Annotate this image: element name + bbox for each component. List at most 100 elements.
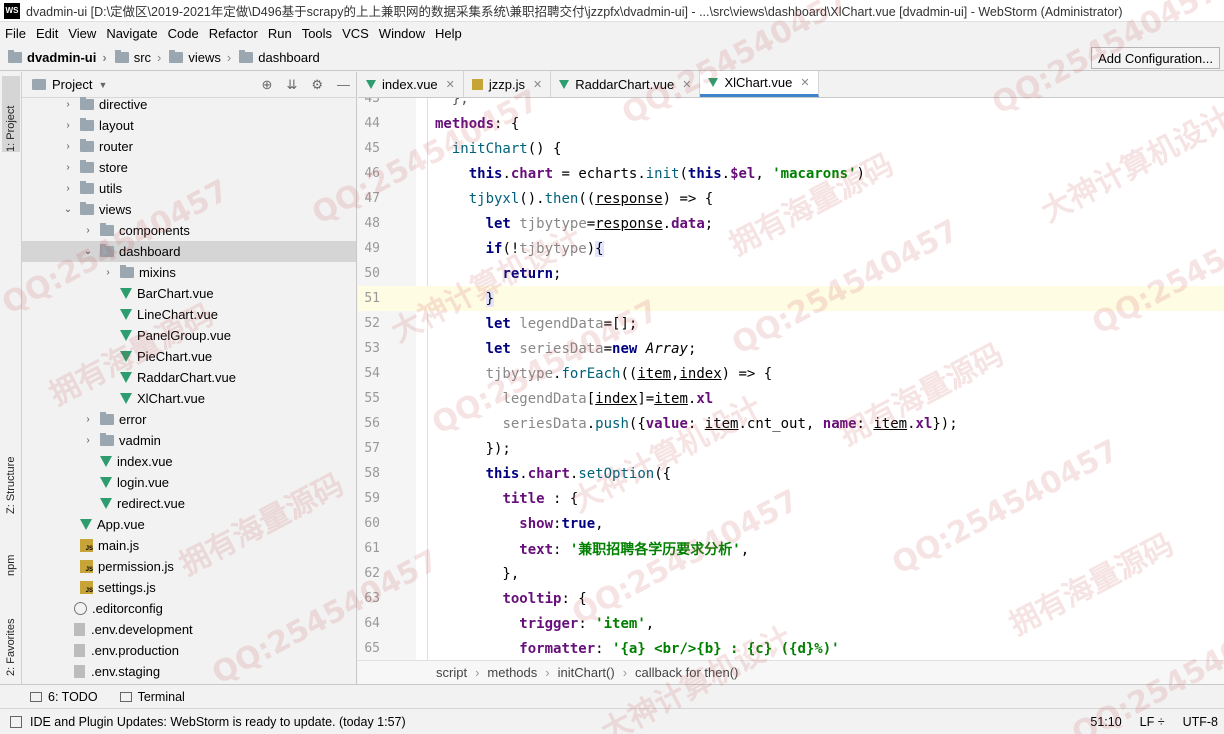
code-line[interactable]: 60 show:true, (358, 511, 1224, 536)
tool-tab-project[interactable]: 1: Project (2, 76, 20, 152)
tree-item[interactable]: ⌄ dashboard (22, 241, 356, 262)
tree-item[interactable]: › vadmin (22, 430, 356, 451)
chevron-right-icon[interactable]: › (62, 99, 74, 110)
code-line[interactable]: 43 }, (358, 98, 1224, 111)
chevron-down-icon[interactable]: ⌄ (62, 204, 74, 215)
tree-item[interactable]: .env.production (22, 640, 356, 661)
code-line[interactable]: 45 initChart() { (358, 136, 1224, 161)
chevron-right-icon[interactable]: › (82, 435, 94, 446)
nav-crumb-src[interactable]: src › (114, 50, 161, 65)
code-line[interactable]: 64 trigger: 'item', (358, 611, 1224, 636)
tree-item[interactable]: PanelGroup.vue (22, 325, 356, 346)
menu-code[interactable]: Code (163, 26, 204, 41)
project-panel-title[interactable]: Project (52, 77, 92, 92)
tree-item[interactable]: JS permission.js (22, 556, 356, 577)
tree-item[interactable]: › mixins (22, 262, 356, 283)
code-line[interactable]: 52 let legendData=[]; (358, 311, 1224, 336)
chevron-right-icon[interactable]: › (62, 141, 74, 152)
code-line[interactable]: 44 methods: { (358, 111, 1224, 136)
chevron-right-icon[interactable]: › (82, 414, 94, 425)
tool-tab-npm[interactable]: npm (2, 532, 20, 576)
tree-item[interactable]: › store (22, 157, 356, 178)
breadcrumb-callback[interactable]: callback for then() (635, 665, 738, 680)
close-icon[interactable]: ✕ (800, 76, 809, 89)
tab-index-vue[interactable]: index.vue ✕ (358, 71, 464, 97)
status-message[interactable]: IDE and Plugin Updates: WebStorm is read… (30, 715, 406, 729)
tab-raddarchart-vue[interactable]: RaddarChart.vue ✕ (551, 71, 701, 97)
breadcrumb-script[interactable]: script (436, 665, 467, 680)
line-separator[interactable]: LF ÷ (1140, 715, 1165, 729)
tool-tab-favorites[interactable]: 2: Favorites (2, 592, 20, 676)
nav-crumb-views[interactable]: views › (169, 50, 231, 65)
menu-navigate[interactable]: Navigate (101, 26, 162, 41)
tree-item[interactable]: › utils (22, 178, 356, 199)
tree-item[interactable]: RaddarChart.vue (22, 367, 356, 388)
tree-item[interactable]: › components (22, 220, 356, 241)
add-configuration-button[interactable]: Add Configuration... (1091, 47, 1220, 69)
collapse-icon[interactable]: ⇊ (286, 77, 297, 93)
menu-window[interactable]: Window (374, 26, 430, 41)
menu-help[interactable]: Help (430, 26, 467, 41)
close-icon[interactable]: ✕ (446, 78, 455, 91)
tree-item[interactable]: redirect.vue (22, 493, 356, 514)
code-line[interactable]: 57 }); (358, 436, 1224, 461)
tree-item[interactable]: › directive (22, 94, 356, 115)
nav-crumb-project[interactable]: dvadmin-ui › (8, 50, 107, 65)
code-line[interactable]: 54 tjbytype.forEach((item,index) => { (358, 361, 1224, 386)
chevron-right-icon[interactable]: › (62, 183, 74, 194)
breadcrumb-initchart[interactable]: initChart() (558, 665, 615, 680)
menu-file[interactable]: File (0, 26, 31, 41)
terminal-tool-button[interactable]: Terminal (119, 690, 185, 704)
minimize-icon[interactable]: — (337, 77, 350, 93)
breadcrumb-methods[interactable]: methods (487, 665, 537, 680)
code-line[interactable]: 58 this.chart.setOption({ (358, 461, 1224, 486)
close-icon[interactable]: ✕ (682, 78, 691, 91)
code-editor[interactable]: 43 }, 44 methods: {45 initChart() {46 this… (358, 98, 1224, 660)
code-line[interactable]: 55 legendData[index]=item.xl (358, 386, 1224, 411)
tree-item[interactable]: login.vue (22, 472, 356, 493)
menu-edit[interactable]: Edit (31, 26, 63, 41)
tree-item[interactable]: .env.staging (22, 661, 356, 682)
tree-item[interactable]: ⌄ views (22, 199, 356, 220)
tree-item[interactable]: App.vue (22, 514, 356, 535)
code-line[interactable]: 59 title : { (358, 486, 1224, 511)
locate-icon[interactable]: ⊕ (262, 77, 273, 93)
chevron-right-icon[interactable]: › (62, 120, 74, 131)
menu-tools[interactable]: Tools (297, 26, 337, 41)
menu-vcs[interactable]: VCS (337, 26, 374, 41)
code-line[interactable]: 51 } (358, 286, 1224, 311)
tree-item[interactable]: › layout (22, 115, 356, 136)
tree-item[interactable]: BarChart.vue (22, 283, 356, 304)
tool-tab-structure[interactable]: Z: Structure (2, 432, 20, 514)
code-line[interactable]: 49 if(!tjbytype){ (358, 236, 1224, 261)
todo-tool-button[interactable]: 6: TODO (30, 690, 98, 704)
tree-item[interactable]: JS settings.js (22, 577, 356, 598)
code-line[interactable]: 62 }, (358, 561, 1224, 586)
tree-item[interactable]: index.vue (22, 451, 356, 472)
chevron-down-icon[interactable]: ▼ (98, 80, 107, 90)
code-line[interactable]: 48 let tjbytype=response.data; (358, 211, 1224, 236)
close-icon[interactable]: ✕ (533, 78, 542, 91)
chevron-down-icon[interactable]: ⌄ (82, 246, 94, 257)
menu-view[interactable]: View (63, 26, 101, 41)
tree-item[interactable]: PieChart.vue (22, 346, 356, 367)
tab-xlchart-vue[interactable]: XlChart.vue ✕ (700, 71, 819, 97)
chevron-right-icon[interactable]: › (82, 225, 94, 236)
code-line[interactable]: 46 this.chart = echarts.init(this.$el, '… (358, 161, 1224, 186)
code-line[interactable]: 56 seriesData.push({value: item.cnt_out,… (358, 411, 1224, 436)
tree-item[interactable]: LineChart.vue (22, 304, 356, 325)
tree-item[interactable]: XlChart.vue (22, 388, 356, 409)
tab-jzzp-js[interactable]: jzzp.js ✕ (464, 71, 552, 97)
nav-crumb-dashboard[interactable]: dashboard (239, 50, 320, 65)
file-encoding[interactable]: UTF-8 (1183, 715, 1218, 729)
tree-item[interactable]: › error (22, 409, 356, 430)
menu-refactor[interactable]: Refactor (204, 26, 263, 41)
code-line[interactable]: 50 return; (358, 261, 1224, 286)
menu-run[interactable]: Run (263, 26, 297, 41)
status-toggle-icon[interactable] (10, 715, 22, 728)
code-line[interactable]: 65 formatter: '{a} <br/>{b} : {c} ({d}%)… (358, 636, 1224, 660)
gear-icon[interactable]: ⚙ (311, 77, 323, 93)
tree-item[interactable]: JS main.js (22, 535, 356, 556)
code-line[interactable]: 53 let seriesData=new Array; (358, 336, 1224, 361)
tree-item[interactable]: .env.development (22, 619, 356, 640)
